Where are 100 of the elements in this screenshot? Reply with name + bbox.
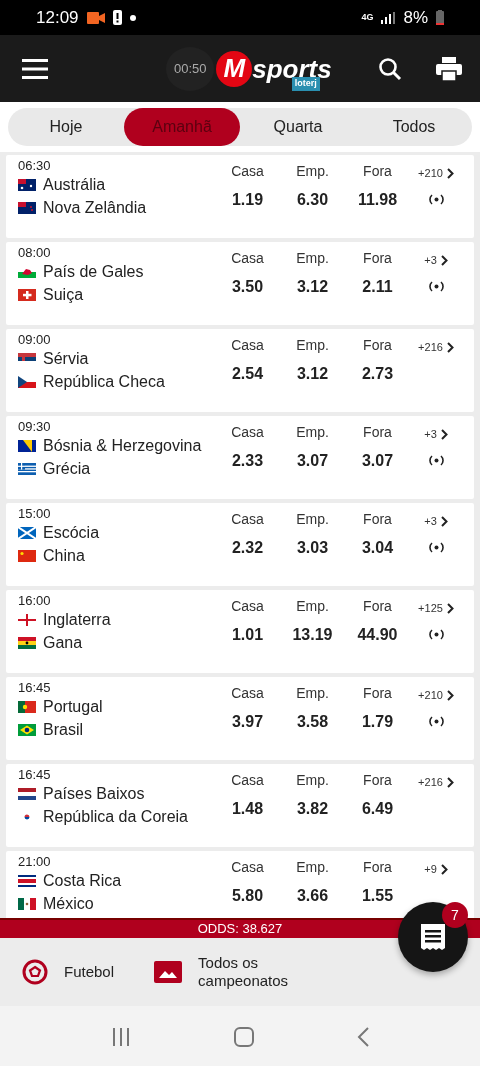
odds-value[interactable]: 3.04 — [345, 536, 410, 560]
more-markets-count[interactable]: +216 — [418, 339, 443, 356]
match-card[interactable]: 08:00 País de Gales Suiça Casa 3.50 Emp. 3.12 Fora 2.11 +3 — [6, 242, 474, 325]
odds-value[interactable]: 3.03 — [280, 536, 345, 560]
odds-total: ODDS: 38.627 — [197, 920, 283, 939]
odds-value[interactable]: 1.55 — [345, 884, 410, 908]
odds-label: Fora — [362, 771, 393, 790]
odds-value[interactable]: 3.12 — [280, 362, 345, 386]
team-name: China — [43, 546, 85, 566]
odds-label: Fora — [362, 423, 393, 442]
odds-value[interactable]: 5.80 — [215, 884, 280, 908]
odds-value[interactable]: 6.30 — [280, 188, 345, 212]
back-icon[interactable] — [356, 1026, 369, 1047]
clock: 12:09 — [36, 6, 79, 29]
odds-value[interactable]: 13.19 — [280, 623, 345, 647]
tab[interactable]: Todos — [356, 108, 472, 146]
home-icon[interactable] — [234, 1026, 254, 1047]
odds-label: Fora — [362, 510, 393, 529]
more-markets-count[interactable]: +3 — [424, 513, 437, 530]
odds-value[interactable]: 3.97 — [215, 710, 280, 734]
odds-label: Emp. — [295, 597, 330, 616]
odds-value[interactable]: 3.58 — [280, 710, 345, 734]
tab[interactable]: Hoje — [8, 108, 124, 146]
tab[interactable]: Quarta — [240, 108, 356, 146]
chevron-icon[interactable] — [446, 689, 454, 701]
match-time: 08:00 — [18, 245, 52, 260]
odds-value[interactable]: 3.07 — [280, 449, 345, 473]
odds-value[interactable]: 2.11 — [345, 275, 410, 299]
match-card[interactable]: 15:00 Escócia China Casa 2.32 Emp. 3.03 Fora 3.04 +3 — [6, 503, 474, 586]
odds-label: Casa — [230, 684, 265, 703]
more-markets-count[interactable]: +216 — [418, 774, 443, 791]
odds-label: Casa — [230, 510, 265, 529]
more-markets-count[interactable]: +210 — [418, 687, 443, 704]
chevron-icon[interactable] — [446, 167, 454, 179]
odds-value[interactable]: 2.33 — [215, 449, 280, 473]
odds-value[interactable]: 44.90 — [345, 623, 410, 647]
team-name: República da Coreia — [43, 807, 188, 827]
odds-value[interactable]: 3.82 — [280, 797, 345, 821]
flag-icon — [18, 787, 36, 800]
match-card[interactable]: 09:00 Sérvia República Checa Casa 2.54 Emp. 3.12 Fora 2.73 +216 — [6, 329, 474, 412]
odds-value[interactable]: 2.54 — [215, 362, 280, 386]
match-card[interactable]: 06:30 Austrália Nova Zelândia Casa 1.19 Emp. 6.30 Fora 11.98 +210 — [6, 155, 474, 238]
odds-value[interactable]: 3.50 — [215, 275, 280, 299]
alert-icon — [112, 10, 122, 25]
team-name: Brasil — [43, 720, 83, 740]
camera-icon — [86, 11, 105, 24]
soccer-ball-icon — [22, 959, 48, 985]
more-markets-count[interactable]: +3 — [424, 426, 437, 443]
team-name: Escócia — [43, 523, 100, 543]
recents-icon[interactable] — [111, 1026, 132, 1047]
match-card[interactable]: 16:45 Países Baixos República da Coreia Casa 1.48 Emp. 3.82 Fora 6.49 +216 — [6, 764, 474, 847]
more-markets-count[interactable]: +125 — [418, 600, 443, 617]
odds-value[interactable]: 1.19 — [215, 188, 280, 212]
match-time: 15:00 — [18, 506, 52, 521]
nav-item[interactable]: Todos os campeonatos — [154, 954, 319, 990]
more-markets-count[interactable]: +210 — [418, 165, 443, 182]
more-markets-count[interactable]: +3 — [424, 252, 437, 269]
match-card[interactable]: 09:30 Bósnia & Herzegovina Grécia Casa 2.33 Emp. 3.07 Fora 3.07 +3 — [6, 416, 474, 499]
odds-value[interactable]: 2.32 — [215, 536, 280, 560]
chevron-icon[interactable] — [440, 863, 448, 875]
odds-value[interactable]: 3.12 — [280, 275, 345, 299]
menu-icon[interactable] — [22, 58, 48, 79]
chevron-icon[interactable] — [440, 254, 448, 266]
odds-label: Emp. — [295, 162, 330, 181]
chevron-icon[interactable] — [440, 515, 448, 527]
team-name: Portugal — [43, 697, 103, 717]
odds-value[interactable]: 1.79 — [345, 710, 410, 734]
odds-value[interactable]: 3.07 — [345, 449, 410, 473]
odds-value[interactable]: 2.73 — [345, 362, 410, 386]
odds-value[interactable]: 1.48 — [215, 797, 280, 821]
odds-value[interactable]: 3.66 — [280, 884, 345, 908]
flag-icon — [18, 897, 36, 910]
flag-icon — [18, 462, 36, 475]
flag-icon — [18, 439, 36, 452]
team-name: Sérvia — [43, 349, 89, 369]
team-name: Austrália — [43, 175, 106, 195]
chevron-icon[interactable] — [446, 341, 454, 353]
flag-icon — [18, 700, 36, 713]
printer-icon[interactable] — [436, 56, 462, 81]
flag-icon — [18, 549, 36, 562]
team-name: Bósnia & Herzegovina — [43, 436, 202, 456]
odds-value[interactable]: 11.98 — [345, 188, 410, 212]
match-card[interactable]: 16:00 Inglaterra Gana Casa 1.01 Emp. 13.19 Fora 44.90 +125 — [6, 590, 474, 673]
odds-value[interactable]: 6.49 — [345, 797, 410, 821]
odds-label: Emp. — [295, 858, 330, 877]
odds-label: Casa — [230, 858, 265, 877]
match-card[interactable]: 16:45 Portugal Brasil Casa 3.97 Emp. 3.58 Fora 1.79 +210 — [6, 677, 474, 760]
network-label: 4G — [361, 10, 374, 24]
chevron-icon[interactable] — [440, 428, 448, 440]
odds-value[interactable]: 1.01 — [215, 623, 280, 647]
nav-item[interactable]: Futebol — [22, 959, 115, 985]
logo-letter: M — [216, 50, 253, 87]
more-markets-count[interactable]: +9 — [424, 861, 437, 878]
odds-label: Fora — [362, 336, 393, 355]
team-name: Suiça — [43, 285, 84, 305]
search-icon[interactable] — [378, 56, 402, 81]
flag-icon — [18, 526, 36, 539]
flag-icon — [18, 874, 36, 887]
chevron-icon[interactable] — [446, 776, 454, 788]
chevron-icon[interactable] — [446, 602, 454, 614]
